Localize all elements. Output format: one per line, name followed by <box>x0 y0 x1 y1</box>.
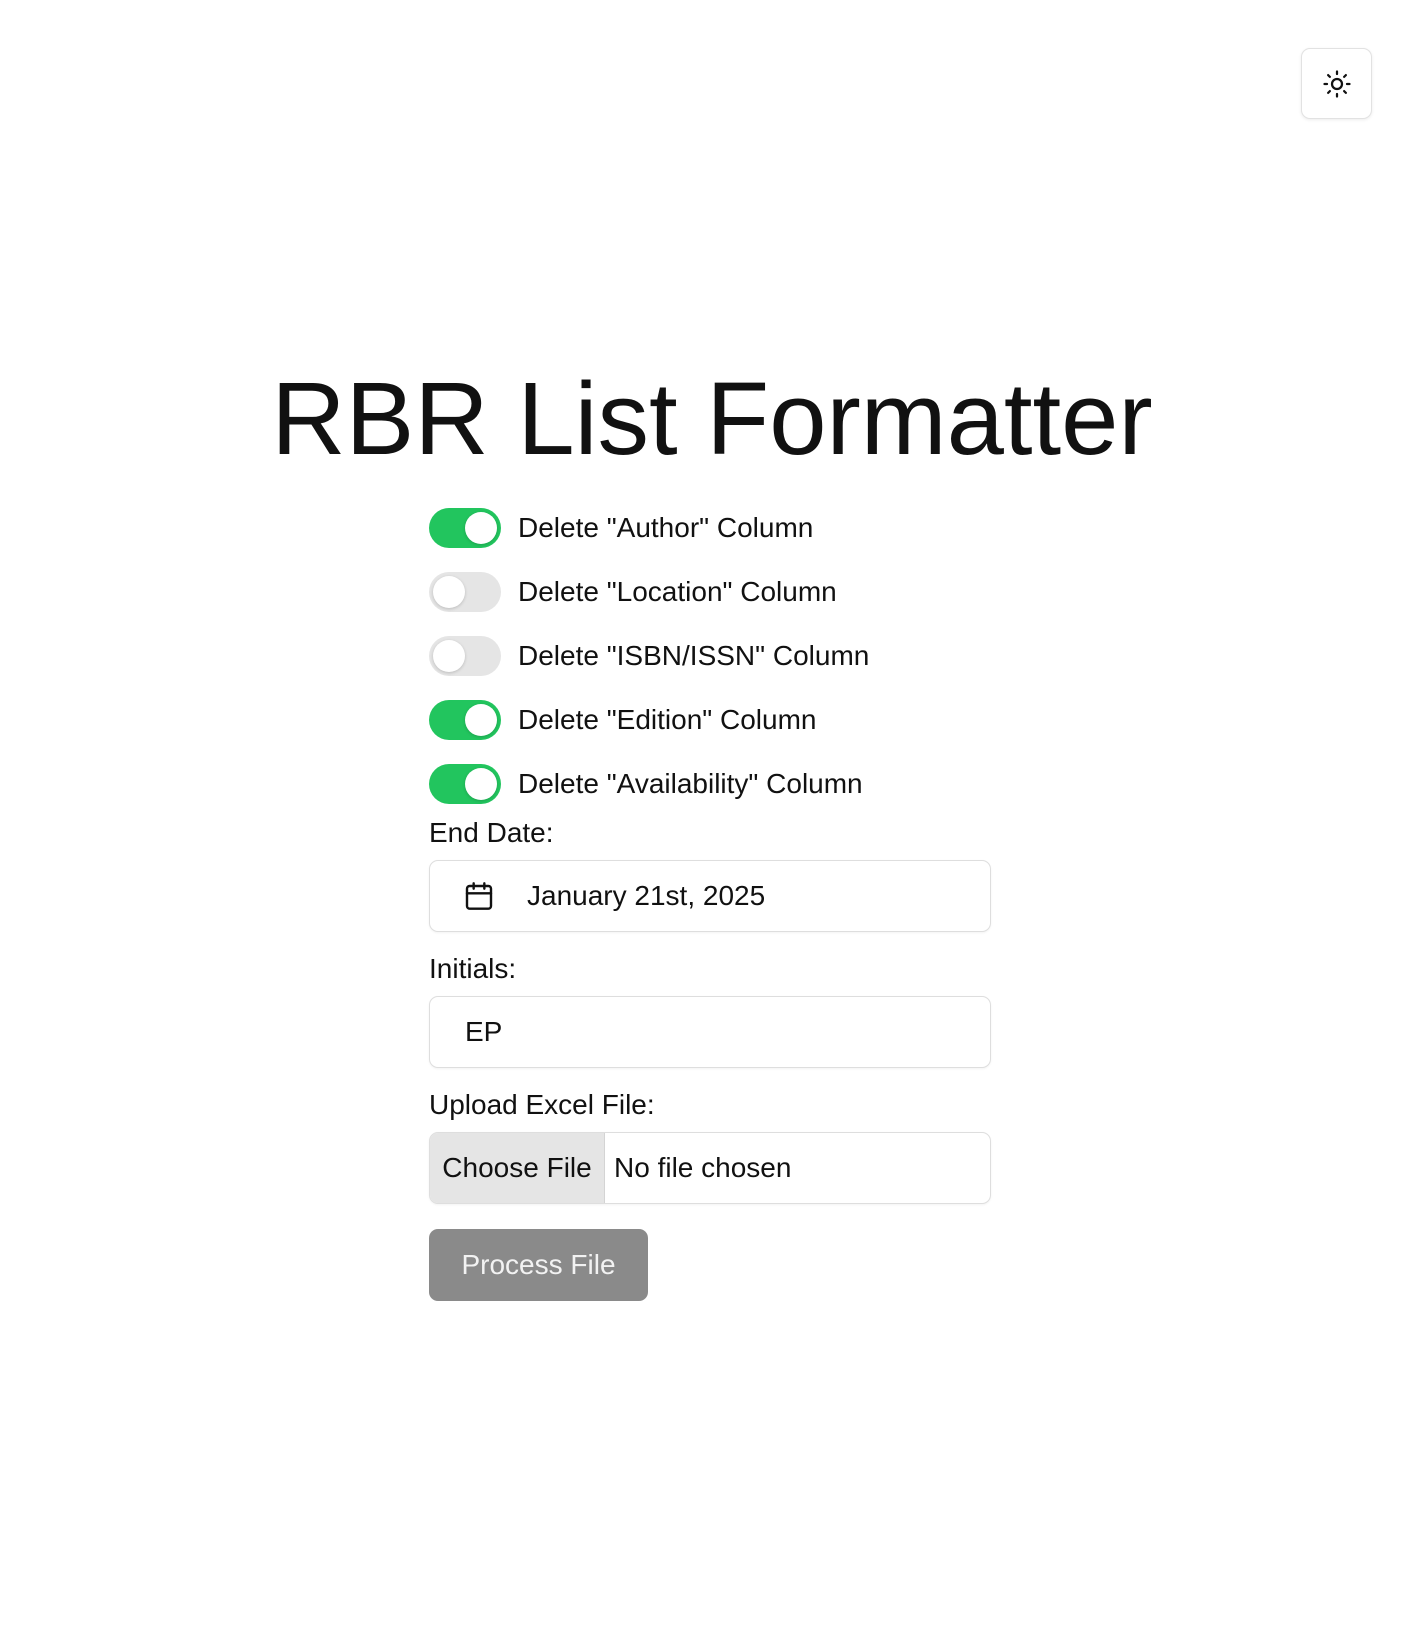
end-date-label: End Date: <box>429 817 554 848</box>
initials-label: Initials: <box>429 953 517 984</box>
delete-author-label: Delete "Author" Column <box>518 512 814 543</box>
file-upload-input: Choose File No file chosen <box>429 1132 991 1204</box>
toggle-row-edition: Delete "Edition" Column <box>429 700 991 740</box>
sun-icon <box>1322 69 1351 98</box>
switch-knob <box>433 576 465 608</box>
choose-file-button[interactable]: Choose File <box>430 1133 605 1203</box>
calendar-icon <box>465 882 493 910</box>
initials-input[interactable] <box>463 1015 947 1049</box>
delete-location-switch[interactable] <box>429 572 501 612</box>
switch-knob <box>465 704 497 736</box>
toggle-row-availability: Delete "Availability" Column <box>429 764 991 804</box>
toggle-row-isbn: Delete "ISBN/ISSN" Column <box>429 636 991 676</box>
delete-location-label: Delete "Location" Column <box>518 576 837 607</box>
file-status-text: No file chosen <box>614 1152 792 1183</box>
toggle-row-location: Delete "Location" Column <box>429 572 991 612</box>
upload-label: Upload Excel File: <box>429 1089 655 1120</box>
delete-author-switch[interactable] <box>429 508 501 548</box>
delete-availability-switch[interactable] <box>429 764 501 804</box>
delete-isbn-label: Delete "ISBN/ISSN" Column <box>518 640 870 671</box>
switch-knob <box>433 640 465 672</box>
process-file-button[interactable]: Process File <box>429 1229 648 1301</box>
formatter-form: Delete "Author" Column Delete "Location"… <box>429 508 991 1301</box>
initials-field-container <box>429 996 991 1068</box>
end-date-picker[interactable]: January 21st, 2025 <box>429 860 991 932</box>
delete-availability-label: Delete "Availability" Column <box>518 768 863 799</box>
switch-knob <box>465 768 497 800</box>
toggle-row-author: Delete "Author" Column <box>429 508 991 548</box>
delete-isbn-switch[interactable] <box>429 636 501 676</box>
delete-edition-switch[interactable] <box>429 700 501 740</box>
end-date-value: January 21st, 2025 <box>527 880 766 911</box>
page-title: RBR List Formatter <box>271 361 1153 476</box>
delete-edition-label: Delete "Edition" Column <box>518 704 817 735</box>
theme-toggle-button[interactable] <box>1301 48 1372 119</box>
switch-knob <box>465 512 497 544</box>
